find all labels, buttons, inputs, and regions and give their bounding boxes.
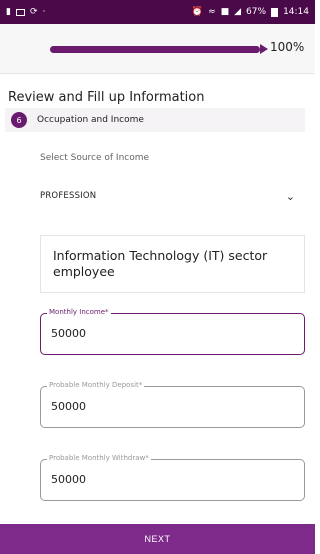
status-right-icons: ⏰ ≈ ■ ◢ 67% 14:14 xyxy=(191,6,309,17)
status-left-icons: ▮ ⟳ · xyxy=(6,6,46,17)
income-source-select[interactable]: PROFESSION ⌄ xyxy=(40,186,295,206)
monthly-income-field[interactable]: Monthly Income* 50000 xyxy=(40,308,305,355)
income-source-description: Information Technology (IT) sector emplo… xyxy=(40,235,305,293)
monthly-deposit-field[interactable]: Probable Monthly Deposit* 50000 xyxy=(40,381,305,428)
progress-fill xyxy=(50,46,260,53)
alarm-icon: ⏰ xyxy=(191,6,204,17)
monthly-withdraw-label: Probable Monthly Withdraw* xyxy=(47,454,151,462)
gallery-icon xyxy=(15,8,25,16)
data-icon: ■ xyxy=(220,6,230,17)
monthly-deposit-value: 50000 xyxy=(51,400,86,413)
battery-percent: 67% xyxy=(246,6,267,17)
clock-time: 14:14 xyxy=(283,6,309,17)
battery-icon xyxy=(271,7,279,17)
next-button[interactable]: NEXT xyxy=(0,524,315,554)
monthly-income-value: 50000 xyxy=(51,327,86,340)
progress-track xyxy=(50,46,260,53)
progress-arrow-icon xyxy=(260,44,268,54)
message-icon: ▮ xyxy=(6,6,11,17)
step-header: 6 Occupation and Income xyxy=(5,108,305,132)
income-source-label: Select Source of Income xyxy=(40,153,150,163)
income-source-value: PROFESSION xyxy=(40,191,97,201)
step-number-badge: 6 xyxy=(11,112,27,128)
wifi-icon: ≈ xyxy=(208,6,216,17)
status-bar: ▮ ⟳ · ⏰ ≈ ■ ◢ 67% 14:14 xyxy=(0,0,315,24)
monthly-withdraw-value: 50000 xyxy=(51,473,86,486)
monthly-withdraw-field[interactable]: Probable Monthly Withdraw* 50000 xyxy=(40,454,305,501)
signal-icon: ◢ xyxy=(234,6,242,17)
chevron-down-icon: ⌄ xyxy=(285,189,295,203)
monthly-deposit-label: Probable Monthly Deposit* xyxy=(47,381,145,389)
sync-icon: ⟳ xyxy=(29,6,38,17)
monthly-income-label: Monthly Income* xyxy=(47,308,111,316)
step-label: Occupation and Income xyxy=(37,115,144,125)
dot-icon: · xyxy=(42,6,46,17)
progress-section: 100% xyxy=(0,24,315,74)
progress-percent: 100% xyxy=(270,40,305,54)
page-title: Review and Fill up Information xyxy=(8,90,205,105)
